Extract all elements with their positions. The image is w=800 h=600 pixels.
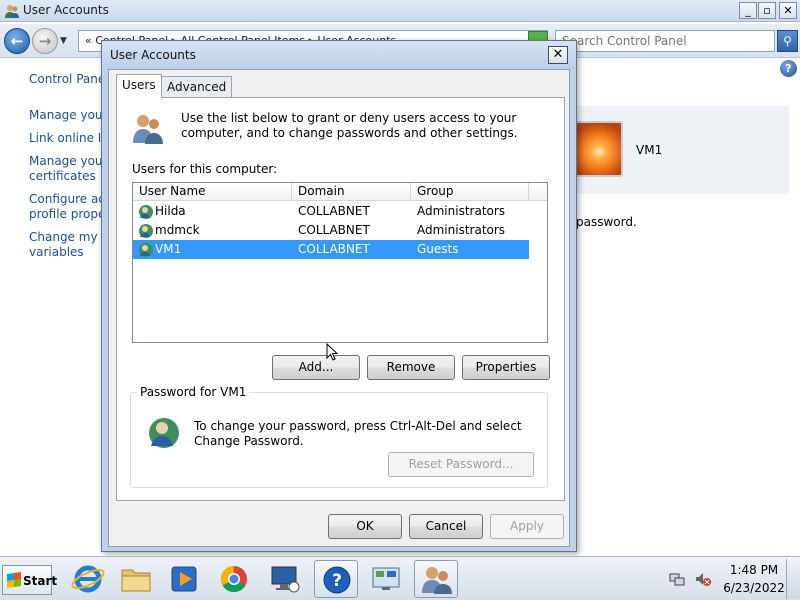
- manage-credentials-link[interactable]: Manage your: [29, 108, 107, 123]
- start-button[interactable]: Start: [2, 565, 57, 595]
- windows-logo-icon: [7, 572, 21, 588]
- maximize-button[interactable]: ▫: [758, 2, 776, 19]
- taskbar-windows-explorer[interactable]: [114, 560, 158, 598]
- mouse-cursor-icon: [326, 343, 338, 361]
- taskbar: Start ? 1:48 PM 6/23/2022: [0, 556, 800, 600]
- start-label: Start: [23, 574, 58, 588]
- taskbar-control-panel[interactable]: [364, 560, 408, 598]
- speaker-muted-icon[interactable]: [695, 571, 711, 587]
- column-header-group[interactable]: Group: [411, 183, 529, 201]
- table-row[interactable]: mdmck COLLABNET Administrators: [133, 221, 529, 240]
- media-player-icon: [171, 566, 197, 592]
- link-online-ids-link[interactable]: Link online ID: [29, 131, 111, 146]
- user-name-cell: Hilda: [155, 204, 186, 218]
- group-cell: Administrators: [417, 223, 506, 237]
- list-header: User Name Domain Group: [133, 183, 547, 201]
- user-icon: [139, 243, 153, 257]
- users-icon: [133, 115, 163, 144]
- user-icon: [139, 224, 153, 238]
- ok-button[interactable]: OK: [328, 514, 402, 539]
- reset-password-button[interactable]: Reset Password...: [388, 452, 534, 477]
- user-accounts-icon: [422, 567, 452, 594]
- minimize-button[interactable]: _: [739, 2, 757, 19]
- dialog-title: User Accounts: [110, 48, 196, 62]
- window-title: User Accounts: [23, 3, 109, 17]
- manage-certificates-link[interactable]: Manage your: [29, 154, 107, 169]
- clock-date[interactable]: 6/23/2022: [718, 581, 790, 595]
- user-name-cell: VM1: [155, 242, 182, 256]
- taskbar-chrome[interactable]: [212, 560, 256, 598]
- internet-explorer-icon: [71, 565, 105, 593]
- svg-text:?: ?: [332, 571, 342, 591]
- users-list-label: Users for this computer:: [132, 162, 278, 176]
- column-header-domain[interactable]: Domain: [292, 183, 411, 201]
- search-icon[interactable]: ⚲: [777, 30, 798, 52]
- windows-explorer-icon: [121, 569, 151, 592]
- tab-users[interactable]: Users: [116, 74, 162, 98]
- dialog-title-bar[interactable]: User Accounts ✕: [102, 41, 576, 69]
- back-arrow-icon: ←: [10, 32, 24, 50]
- system-tray: 1:48 PM 6/23/2022: [666, 559, 800, 599]
- search-input[interactable]: [555, 30, 775, 52]
- environment-variables-link-line2[interactable]: variables: [29, 245, 84, 260]
- password-instructions: To change your password, press Ctrl-Alt-…: [194, 419, 522, 448]
- help-icon: ?: [323, 566, 351, 594]
- taskbar-media-player[interactable]: [162, 560, 206, 598]
- user-accounts-dialog: User Accounts ✕ Users Advanced Use the l…: [101, 40, 577, 552]
- forward-button[interactable]: →: [32, 28, 58, 54]
- show-desktop-button[interactable]: [786, 559, 800, 599]
- domain-cell: COLLABNET: [298, 223, 370, 237]
- remove-user-button[interactable]: Remove: [367, 355, 455, 380]
- intro-text: Use the list below to grant or deny user…: [181, 111, 518, 140]
- properties-button[interactable]: Properties: [462, 355, 550, 380]
- apply-button[interactable]: Apply: [490, 514, 564, 539]
- password-group-legend: Password for VM1: [137, 385, 250, 399]
- taskbar-user-accounts[interactable]: [414, 560, 458, 598]
- forward-arrow-icon: →: [38, 32, 52, 50]
- taskbar-help-and-support[interactable]: ?: [314, 560, 358, 598]
- dialog-body: Users Advanced Use the list below to gra…: [108, 69, 570, 547]
- control-panel-icon: [372, 567, 400, 590]
- title-bar: User Accounts _ ▫ ✕: [0, 0, 800, 22]
- manage-certificates-link-line2[interactable]: certificates: [29, 169, 96, 184]
- current-user-name: VM1: [636, 143, 663, 157]
- recent-pages-dropdown-icon[interactable]: ▼: [60, 36, 67, 46]
- close-button[interactable]: ✕: [779, 2, 797, 19]
- configure-profile-link-line2[interactable]: profile proper: [29, 207, 110, 222]
- taskbar-remote-desktop[interactable]: [263, 560, 307, 598]
- domain-cell: COLLABNET: [298, 242, 370, 256]
- group-cell: Administrators: [417, 204, 506, 218]
- table-row[interactable]: Hilda COLLABNET Administrators: [133, 202, 529, 221]
- domain-cell: COLLABNET: [298, 204, 370, 218]
- user-icon: [139, 205, 153, 219]
- users-tab-panel: Use the list below to grant or deny user…: [116, 97, 565, 501]
- back-button[interactable]: ←: [4, 28, 30, 54]
- user-key-icon: [149, 418, 179, 448]
- user-picture[interactable]: [575, 121, 623, 177]
- chrome-icon: [220, 565, 247, 593]
- cancel-button[interactable]: Cancel: [409, 514, 483, 539]
- tab-advanced[interactable]: Advanced: [161, 76, 233, 98]
- network-icon[interactable]: [669, 571, 685, 587]
- table-row-selected[interactable]: VM1 COLLABNET Guests: [133, 240, 529, 259]
- password-partial-text: password.: [576, 215, 637, 229]
- column-header-user-name[interactable]: User Name: [133, 183, 292, 201]
- users-list[interactable]: User Name Domain Group Hilda COLLABNET A…: [132, 182, 548, 343]
- add-user-button[interactable]: Add...: [272, 355, 360, 380]
- taskbar-internet-explorer[interactable]: [66, 560, 110, 598]
- dialog-close-button[interactable]: ✕: [548, 46, 568, 64]
- help-icon[interactable]: ?: [780, 60, 797, 77]
- user-name-cell: mdmck: [155, 223, 200, 237]
- remote-desktop-icon: [271, 566, 300, 593]
- group-cell: Guests: [417, 242, 459, 256]
- user-accounts-app-icon: [5, 5, 19, 18]
- control-panel-home-link[interactable]: Control Panel: [29, 72, 109, 87]
- clock-time[interactable]: 1:48 PM: [726, 563, 782, 577]
- environment-variables-link[interactable]: Change my e: [29, 230, 109, 245]
